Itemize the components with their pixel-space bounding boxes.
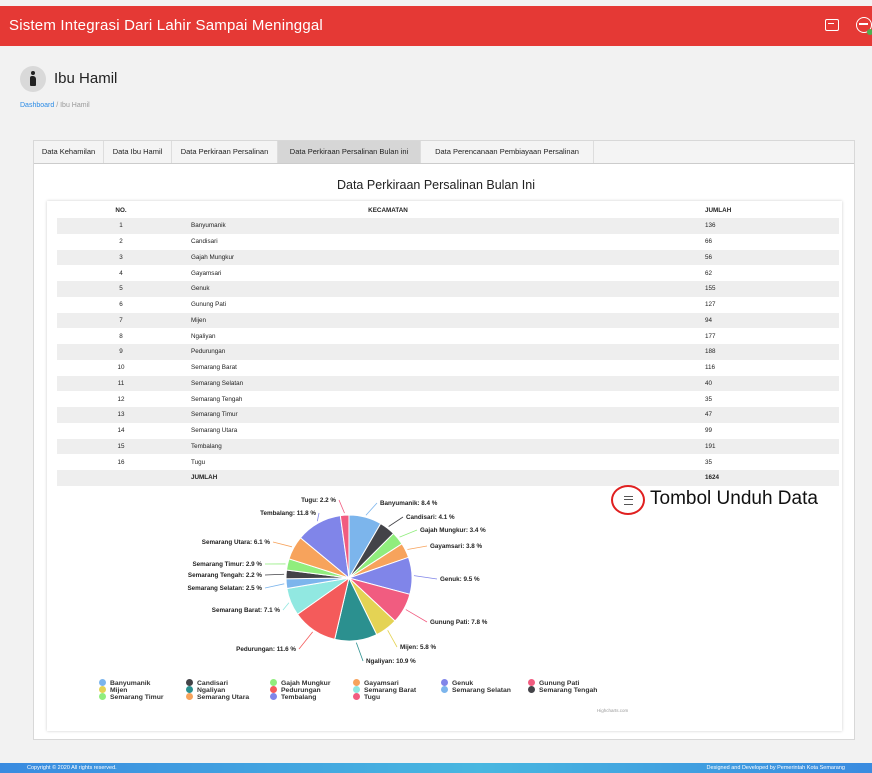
pie-data-label: Candisari: 4.1 % bbox=[406, 514, 455, 521]
pie-connector bbox=[316, 512, 320, 522]
pie-data-label: Gayamsari: 3.8 % bbox=[430, 543, 483, 550]
chart-menu-icon[interactable] bbox=[624, 496, 633, 505]
legend-dot-icon bbox=[99, 693, 106, 700]
pie-connector bbox=[272, 541, 293, 548]
footer-copyright: Copyright © 2020 All rights reserved. bbox=[27, 765, 117, 771]
pie-data-label: Semarang Barat: 7.1 % bbox=[212, 607, 281, 614]
legend-item[interactable]: Semarang Timur bbox=[99, 693, 164, 701]
pie-connector bbox=[355, 642, 364, 662]
pie-data-label: Semarang Utara: 6.1 % bbox=[202, 539, 271, 546]
pie-connector bbox=[387, 630, 398, 648]
pie-data-label: Banyumanik: 8.4 % bbox=[380, 500, 438, 507]
legend-dot-icon bbox=[186, 686, 193, 693]
legend-dot-icon bbox=[441, 686, 448, 693]
legend-dot-icon bbox=[186, 693, 193, 700]
pie-data-label: Ngaliyan: 10.9 % bbox=[366, 658, 416, 665]
pie-connector bbox=[413, 575, 438, 580]
legend-item[interactable]: Tembalang bbox=[270, 693, 316, 701]
pie-connector bbox=[338, 499, 345, 514]
pie-data-label: Semarang Timur: 2.9 % bbox=[192, 561, 262, 568]
legend-item[interactable]: Semarang Utara bbox=[186, 693, 249, 701]
legend-dot-icon bbox=[270, 693, 277, 700]
legend-label: Semarang Utara bbox=[197, 694, 250, 701]
pie-data-label: Genuk: 9.5 % bbox=[440, 576, 480, 583]
chart-credits[interactable]: Highcharts.com bbox=[597, 708, 628, 713]
pie-connector bbox=[298, 631, 313, 650]
legend-dot-icon bbox=[528, 679, 535, 686]
pie-connector bbox=[365, 502, 378, 516]
footer: Copyright © 2020 All rights reserved. De… bbox=[0, 763, 872, 773]
pie-data-label: Semarang Selatan: 2.5 % bbox=[187, 585, 262, 592]
legend-item[interactable]: Tugu bbox=[353, 693, 380, 701]
pie-connector bbox=[282, 602, 290, 611]
legend-dot-icon bbox=[270, 679, 277, 686]
legend-item[interactable]: Semarang Selatan bbox=[441, 686, 511, 694]
pie-connector bbox=[264, 573, 285, 576]
pie-data-label: Pedurungan: 11.6 % bbox=[236, 646, 296, 653]
legend-dot-icon bbox=[353, 693, 360, 700]
pie-connector bbox=[407, 545, 428, 550]
legend-dot-icon bbox=[270, 686, 277, 693]
pie-connector bbox=[388, 516, 404, 527]
footer-credit: Designed and Developed by Pemerintah Kot… bbox=[706, 765, 845, 771]
pie-connector bbox=[405, 609, 428, 623]
legend-label: Tugu bbox=[364, 694, 381, 701]
legend-label: Semarang Timur bbox=[110, 694, 164, 701]
pie-data-label: Mijen: 5.8 % bbox=[400, 644, 436, 651]
pie-data-label: Tembalang: 11.8 % bbox=[260, 510, 316, 517]
legend-item[interactable]: Semarang Tengah bbox=[528, 686, 597, 694]
legend-dot-icon bbox=[353, 686, 360, 693]
pie-connector bbox=[264, 583, 285, 589]
annotation-text: Tombol Unduh Data bbox=[650, 488, 818, 509]
pie-data-label: Gunung Pati: 7.8 % bbox=[430, 619, 488, 626]
legend-dot-icon bbox=[528, 686, 535, 693]
pie-data-label: Gajah Mungkur: 3.4 % bbox=[420, 527, 486, 534]
legend-dot-icon bbox=[186, 679, 193, 686]
legend-dot-icon bbox=[441, 679, 448, 686]
legend-label: Semarang Selatan bbox=[452, 687, 511, 694]
pie-data-label: Tugu: 2.2 % bbox=[301, 497, 336, 504]
legend-label: Semarang Tengah bbox=[539, 687, 598, 694]
pie-connector bbox=[399, 529, 418, 538]
legend-dot-icon bbox=[99, 686, 106, 693]
legend-label: Tembalang bbox=[281, 694, 317, 701]
legend-dot-icon bbox=[99, 679, 106, 686]
legend-dot-icon bbox=[353, 679, 360, 686]
pie-data-label: Semarang Tengah: 2.2 % bbox=[188, 572, 262, 579]
pie-chart: Banyumanik: 8.4 % Candisari: 4.1 % Gajah M… bbox=[187, 497, 488, 665]
